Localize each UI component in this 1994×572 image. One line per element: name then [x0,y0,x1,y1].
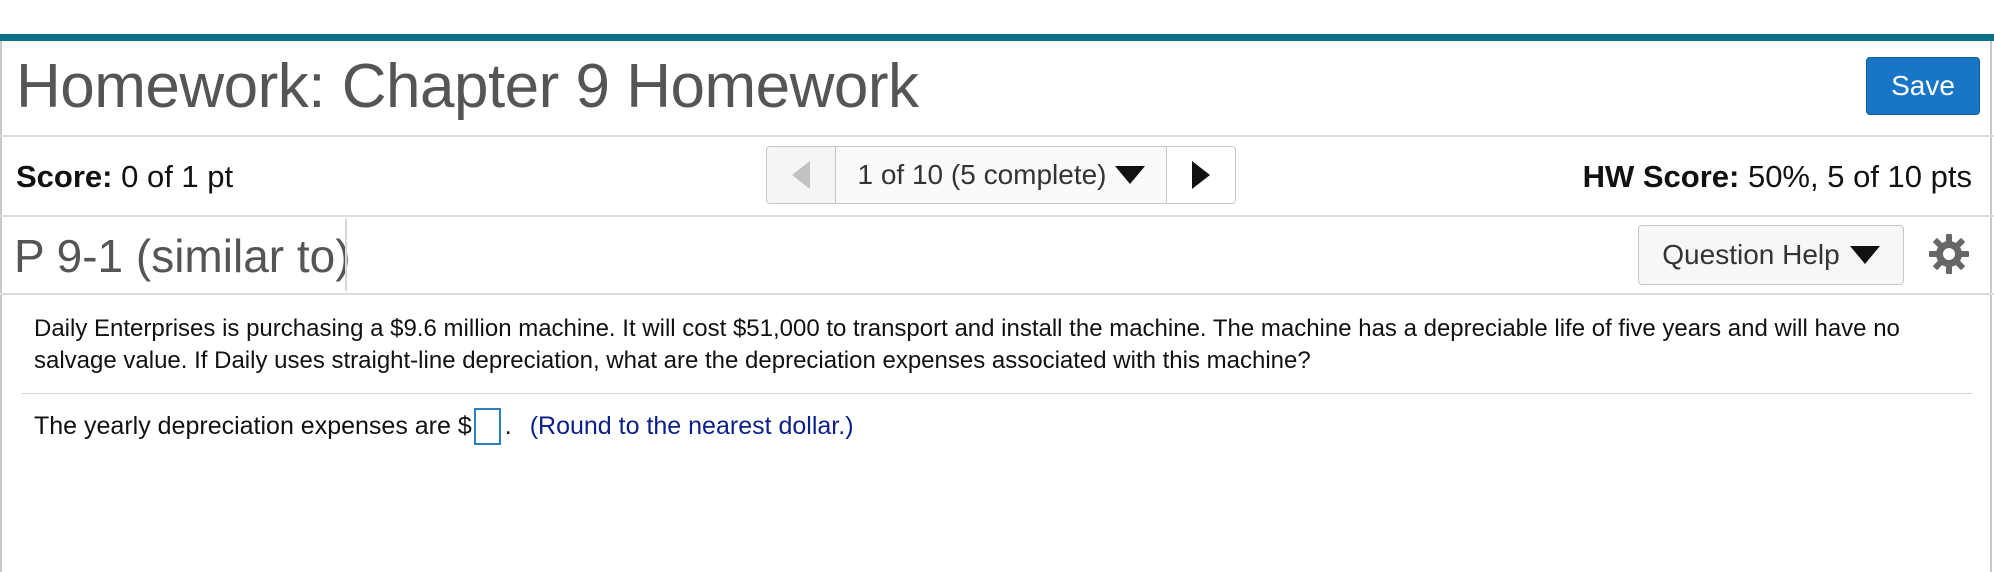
title-row: Homework: Chapter 9 Homework Save [0,41,1994,137]
question-select[interactable]: 1 of 10 (5 complete) [836,147,1167,203]
hw-score-value: 50%, 5 of 10 pts [1747,159,1972,194]
hw-score-label: HW Score: [1582,159,1740,194]
next-question-button[interactable] [1167,147,1235,203]
question-help-button[interactable]: Question Help [1638,225,1904,285]
answer-suffix: . [504,412,512,440]
score-value: 0 of 1 pt [121,159,234,194]
chevron-left-icon [792,161,810,189]
chevron-down-icon [1849,246,1880,264]
question-id: P 9-1 (similar to) [14,230,351,282]
score: Score: 0 of 1 pt [16,159,233,195]
page-title: Homework: Chapter 9 Homework [16,52,919,121]
problem-statement: Daily Enterprises is purchasing a $9.6 m… [34,315,1900,374]
answer-input[interactable] [473,408,501,445]
chevron-right-icon [1192,161,1210,189]
gear-icon[interactable] [1928,233,1970,275]
hw-score: HW Score: 50%, 5 of 10 pts [1583,159,1972,195]
divider [345,219,347,291]
answer-line: The yearly depreciation expenses are $ .… [34,408,854,445]
previous-question-button[interactable] [767,147,836,203]
accent-bar [0,34,1994,41]
question-navigator: 1 of 10 (5 complete) [766,146,1236,204]
save-button[interactable]: Save [1866,57,1980,115]
question-select-label: 1 of 10 (5 complete) [857,159,1107,190]
score-label: Score: [16,159,113,194]
score-row: Score: 0 of 1 pt 1 of 10 (5 complete) HW… [0,137,1994,217]
rounding-hint: (Round to the nearest dollar.) [529,412,854,440]
question-help-label: Question Help [1662,239,1840,270]
divider [22,393,1972,394]
top-strip [0,0,1994,34]
answer-prefix: The yearly depreciation expenses are $ [34,412,472,440]
question-row: P 9-1 (similar to) Question Help [0,217,1994,295]
chevron-down-icon [1114,166,1145,184]
